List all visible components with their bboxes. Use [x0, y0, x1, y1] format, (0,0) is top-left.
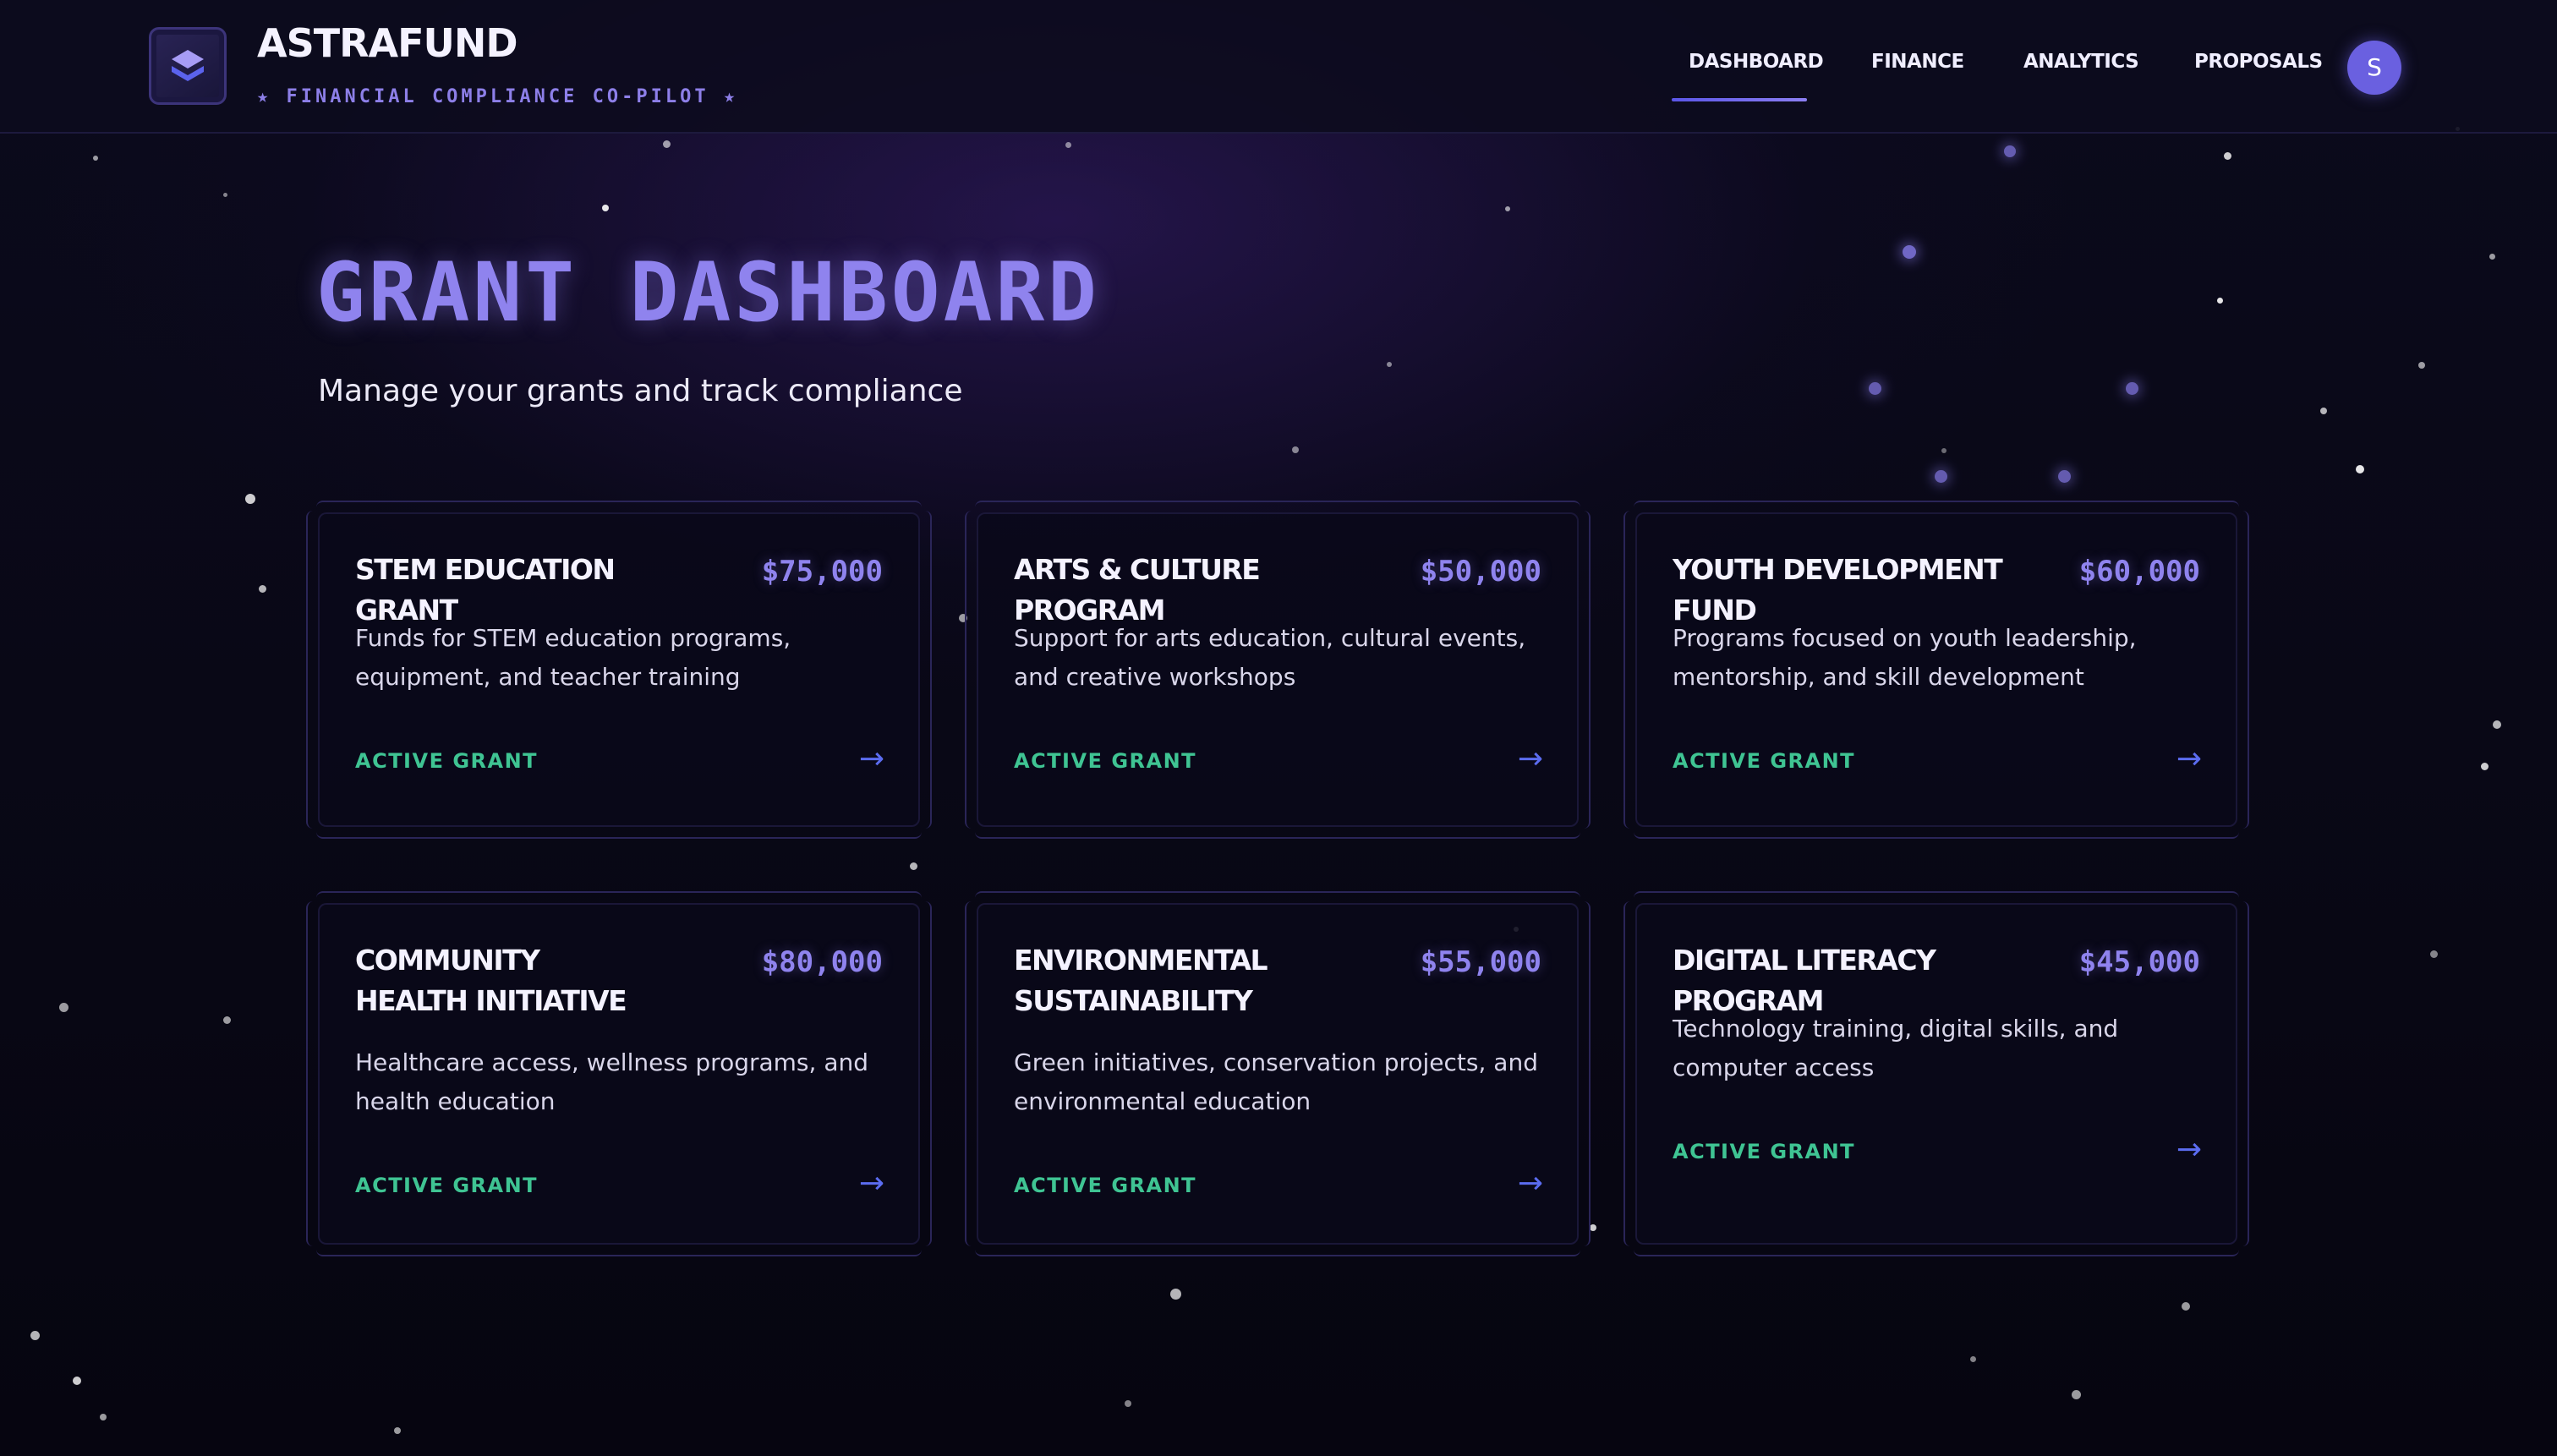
star — [2224, 152, 2231, 160]
star — [2182, 1302, 2190, 1311]
grant-description: Technology training, digital skills, and… — [1673, 1015, 2119, 1081]
star — [1170, 1289, 1181, 1300]
grant-card-arts-culture[interactable]: ARTS & CULTURE PROGRAM $50,000 Support f… — [965, 501, 1591, 839]
star — [59, 1003, 68, 1012]
arrow-right-icon[interactable]: → — [859, 1169, 884, 1199]
star — [394, 1427, 401, 1434]
arrow-right-icon[interactable]: → — [2176, 744, 2202, 775]
star — [93, 156, 98, 161]
arrow-right-icon[interactable]: → — [859, 744, 884, 775]
grant-amount: $80,000 — [761, 945, 883, 979]
grant-card-community-health[interactable]: COMMUNITY HEALTH INITIATIVE $80,000 Heal… — [306, 891, 932, 1256]
grant-status: ACTIVE GRANT — [1014, 749, 1197, 773]
star — [259, 585, 266, 593]
grant-description: Green initiatives, conservation projects… — [1014, 1048, 1538, 1115]
star — [223, 193, 227, 197]
star — [2217, 298, 2223, 304]
star — [910, 862, 917, 870]
grant-amount: $55,000 — [1420, 945, 1541, 979]
star — [2356, 465, 2364, 473]
grant-card-digital-literacy[interactable]: DIGITAL LITERACY PROGRAM $45,000 Technol… — [1623, 891, 2249, 1256]
grant-title: COMMUNITY HEALTH INITIATIVE — [355, 944, 627, 1017]
star — [2481, 763, 2489, 770]
star — [100, 1414, 107, 1420]
layers-icon — [172, 50, 204, 81]
nav-finance[interactable]: FINANCE — [1871, 51, 1964, 73]
star — [1970, 1356, 1976, 1362]
arrow-right-icon[interactable]: → — [1518, 744, 1543, 775]
grant-card-stem-education[interactable]: STEM EDUCATION GRANT $75,000 Funds for S… — [306, 501, 932, 839]
star — [959, 614, 967, 622]
star — [2493, 720, 2501, 729]
logo[interactable] — [149, 27, 227, 105]
grant-title: ENVIRONMENTAL SUSTAINABILITY — [1014, 944, 1268, 1017]
star — [2430, 950, 2438, 958]
grant-status: ACTIVE GRANT — [355, 1174, 539, 1197]
grant-card-youth-development[interactable]: YOUTH DEVELOPMENT FUND $60,000 Programs … — [1623, 501, 2249, 839]
brand-name[interactable]: ASTRAFUND — [257, 20, 518, 66]
star — [2072, 1390, 2081, 1399]
grant-status: ACTIVE GRANT — [1673, 749, 1856, 773]
star — [73, 1377, 81, 1385]
star — [2418, 362, 2425, 369]
star — [1292, 446, 1299, 453]
grant-description: Support for arts education, cultural eve… — [1014, 624, 1526, 691]
grant-status: ACTIVE GRANT — [1014, 1174, 1197, 1197]
star — [2320, 408, 2327, 414]
page-subtitle: Manage your grants and track compliance — [318, 374, 963, 408]
star — [1941, 448, 1946, 453]
grant-description: Programs focused on youth leadership, me… — [1673, 624, 2137, 691]
active-tab-indicator — [1672, 98, 1807, 101]
star — [30, 1331, 40, 1340]
star — [1387, 362, 1392, 367]
glow-star — [1903, 245, 1916, 259]
glow-star — [2004, 145, 2016, 157]
nav-proposals[interactable]: PROPOSALS — [2194, 51, 2323, 73]
grant-amount: $60,000 — [2078, 555, 2200, 588]
star — [1590, 1224, 1596, 1231]
glow-star — [2126, 382, 2138, 395]
nav-analytics[interactable]: ANALYTICS — [2023, 51, 2139, 73]
glow-star — [1869, 382, 1881, 395]
star — [1505, 206, 1510, 211]
glow-star — [1935, 470, 1947, 483]
star — [663, 140, 671, 148]
top-header: ASTRAFUND ★ FINANCIAL COMPLIANCE CO-PILO… — [0, 0, 2557, 134]
star — [1065, 142, 1071, 148]
nav-dashboard[interactable]: DASHBOARD — [1689, 51, 1824, 73]
arrow-right-icon[interactable]: → — [1518, 1169, 1543, 1199]
grant-status: ACTIVE GRANT — [355, 749, 539, 773]
arrow-right-icon[interactable]: → — [2176, 1135, 2202, 1165]
grant-description: Healthcare access, wellness programs, an… — [355, 1048, 868, 1115]
grant-status: ACTIVE GRANT — [1673, 1140, 1856, 1163]
page-title: GRANT DASHBOARD — [316, 245, 1100, 340]
grant-card-environmental-sustainability[interactable]: ENVIRONMENTAL SUSTAINABILITY $55,000 Gre… — [965, 891, 1591, 1256]
grant-amount: $50,000 — [1420, 555, 1541, 588]
star — [2489, 254, 2495, 260]
star — [223, 1016, 231, 1024]
star — [245, 494, 255, 504]
grant-description: Funds for STEM education programs, equip… — [355, 624, 791, 691]
star — [1125, 1400, 1131, 1407]
glow-star — [2058, 470, 2071, 483]
brand-tagline: ★ FINANCIAL COMPLIANCE CO-PILOT ★ — [257, 86, 739, 107]
grant-amount: $75,000 — [761, 555, 883, 588]
grant-amount: $45,000 — [2078, 945, 2200, 979]
star — [602, 205, 609, 211]
user-avatar[interactable]: S — [2347, 41, 2401, 95]
